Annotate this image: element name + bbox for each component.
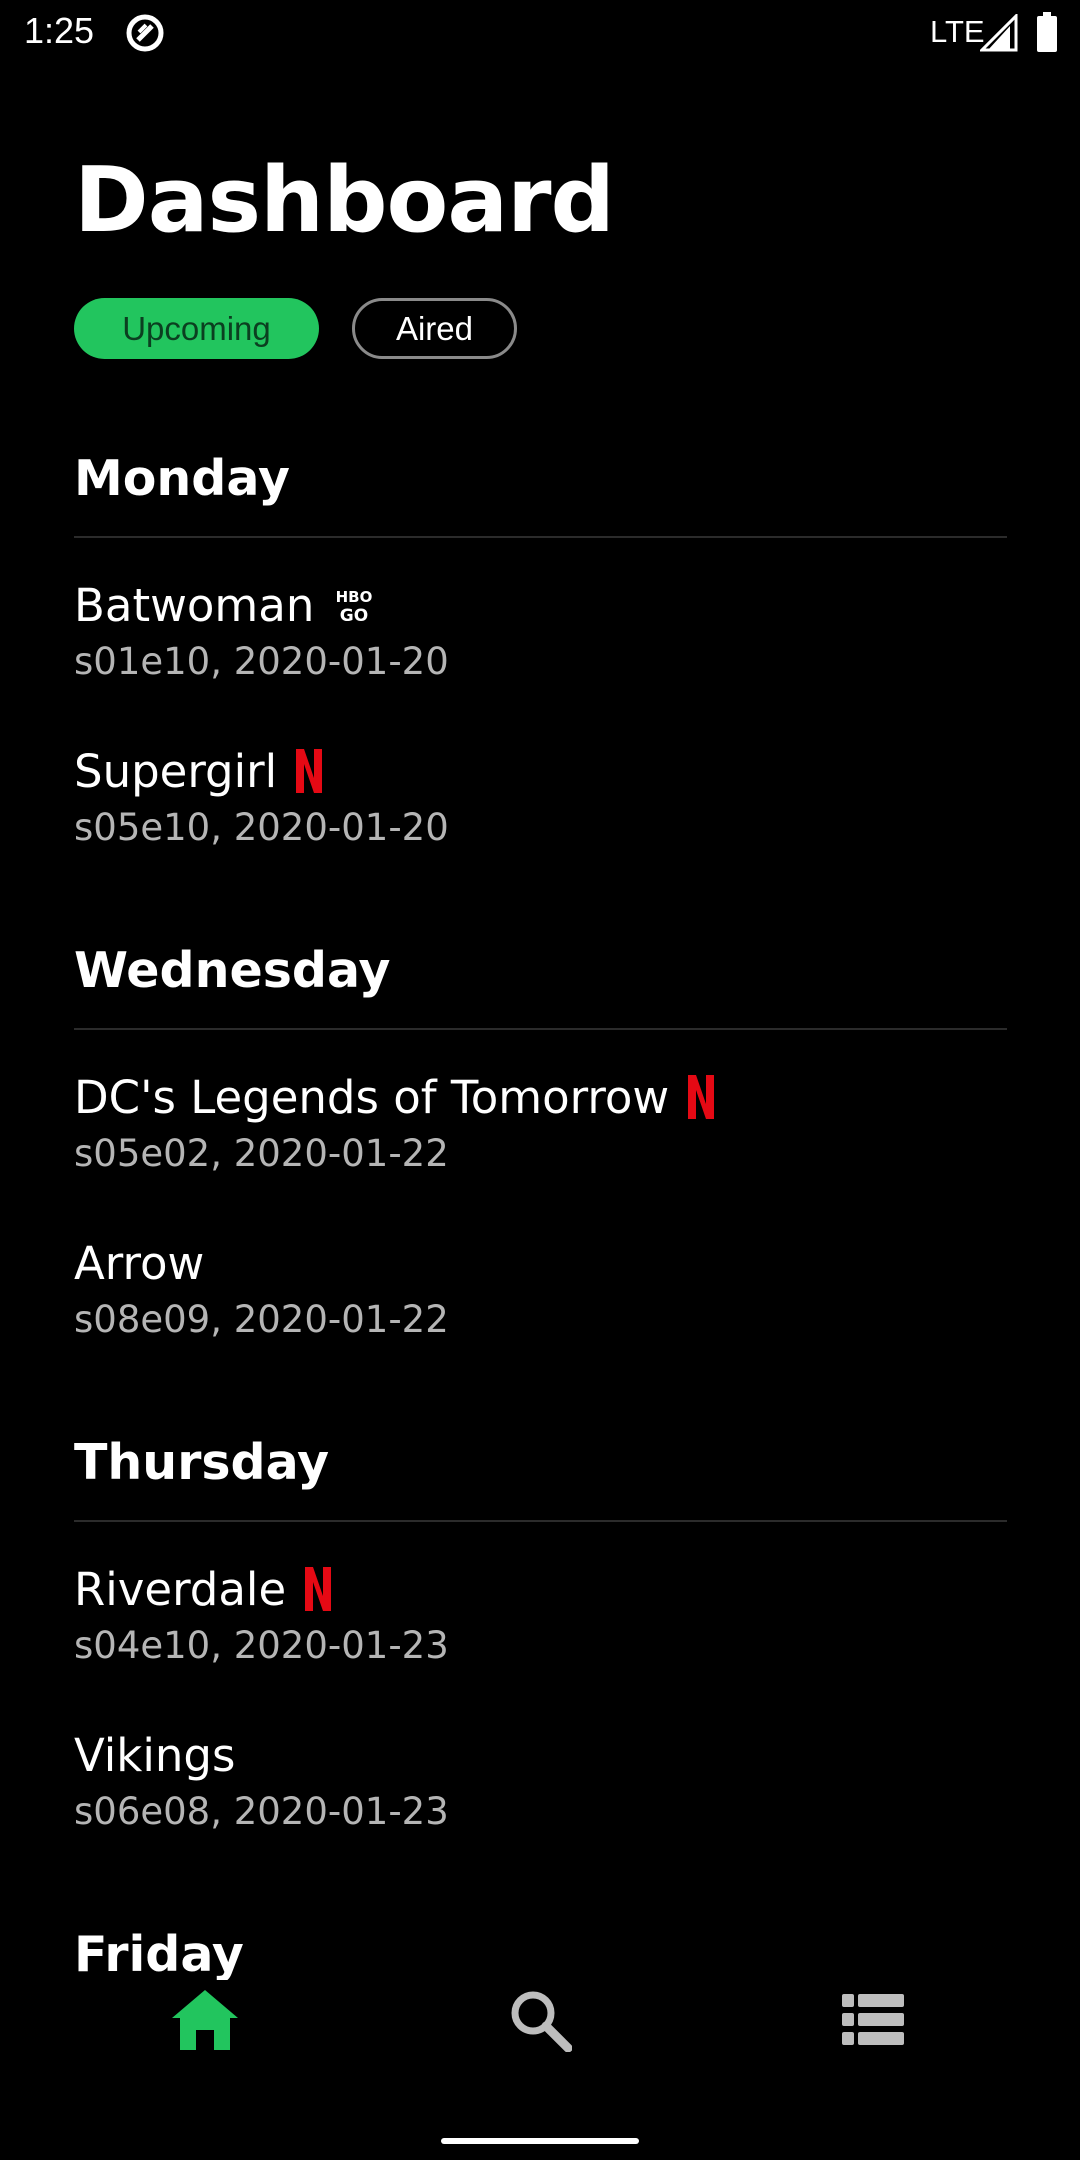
show-episode-info: s08e09, 2020-01-22 bbox=[74, 1298, 449, 1341]
show-item[interactable]: Supergirl s05e10, 2020-01-20 bbox=[74, 704, 1007, 870]
status-time: 1:25 bbox=[24, 10, 95, 51]
signal-icon bbox=[980, 14, 1018, 52]
bottom-navigation bbox=[0, 1980, 1080, 2100]
show-title: Arrow bbox=[74, 1236, 205, 1290]
show-item[interactable]: Batwoman HBO GO s01e10, 2020-01-20 bbox=[74, 538, 1007, 704]
day-group-wednesday: Wednesday DC's Legends of Tomorrow s05e0… bbox=[74, 932, 1007, 1362]
search-icon bbox=[511, 1991, 572, 2052]
upcoming-filter-chip[interactable]: Upcoming bbox=[74, 298, 319, 359]
aired-filter-chip[interactable]: Aired bbox=[352, 298, 517, 359]
day-group-monday: Monday Batwoman HBO GO s01e10, 2020-01-2… bbox=[74, 440, 1007, 870]
show-episode-info: s05e02, 2020-01-22 bbox=[74, 1132, 449, 1175]
show-title: Vikings bbox=[74, 1728, 236, 1782]
page-title: Dashboard bbox=[74, 148, 615, 253]
app-notification-icon bbox=[126, 14, 164, 52]
netflix-icon bbox=[687, 1074, 715, 1120]
show-episode-info: s04e10, 2020-01-23 bbox=[74, 1624, 449, 1667]
show-item[interactable]: Vikings s06e08, 2020-01-23 bbox=[74, 1688, 1007, 1854]
nav-search[interactable] bbox=[500, 1980, 580, 2060]
nav-list[interactable] bbox=[833, 1980, 913, 2060]
show-episode-info: s06e08, 2020-01-23 bbox=[74, 1790, 449, 1833]
day-header: Monday bbox=[74, 440, 1007, 538]
network-type: LTE bbox=[930, 14, 985, 49]
dashboard-screen: 1:25 LTE Dashboard Upcoming Aired Monday… bbox=[0, 0, 1080, 2160]
show-item[interactable]: DC's Legends of Tomorrow s05e02, 2020-01… bbox=[74, 1030, 1007, 1196]
show-item[interactable]: Riverdale s04e10, 2020-01-23 bbox=[74, 1522, 1007, 1688]
hbo-go-icon: HBO GO bbox=[332, 585, 376, 625]
svg-text:HBO: HBO bbox=[336, 588, 373, 606]
battery-icon bbox=[1037, 12, 1057, 52]
nav-home[interactable] bbox=[165, 1980, 245, 2060]
schedule-list[interactable]: Monday Batwoman HBO GO s01e10, 2020-01-2… bbox=[74, 440, 1007, 2076]
netflix-icon bbox=[304, 1566, 332, 1612]
netflix-icon bbox=[295, 748, 323, 794]
day-group-thursday: Thursday Riverdale s04e10, 2020-01-23 Vi… bbox=[74, 1424, 1007, 1854]
show-item[interactable]: Arrow s08e09, 2020-01-22 bbox=[74, 1196, 1007, 1362]
day-header: Thursday bbox=[74, 1424, 1007, 1522]
status-bar: 1:25 LTE bbox=[0, 0, 1080, 66]
show-title: Batwoman bbox=[74, 578, 315, 632]
list-icon bbox=[842, 1994, 904, 2045]
show-title: Supergirl bbox=[74, 744, 278, 798]
gesture-navigation-bar[interactable] bbox=[441, 2138, 639, 2144]
show-episode-info: s01e10, 2020-01-20 bbox=[74, 640, 449, 683]
show-title: Riverdale bbox=[74, 1562, 287, 1616]
svg-text:GO: GO bbox=[340, 606, 368, 625]
show-title: DC's Legends of Tomorrow bbox=[74, 1070, 670, 1124]
home-icon bbox=[172, 1990, 238, 2050]
day-header: Wednesday bbox=[74, 932, 1007, 1030]
show-episode-info: s05e10, 2020-01-20 bbox=[74, 806, 449, 849]
